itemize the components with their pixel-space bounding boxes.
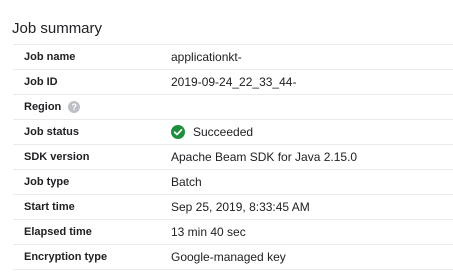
- row-job-type: Job type Batch: [13, 170, 453, 195]
- row-encryption-type: Encryption type Google-managed key: [13, 245, 453, 270]
- help-icon[interactable]: ?: [68, 101, 81, 113]
- job-name-label: Job name: [24, 51, 76, 63]
- job-summary-panel: Job summary Job name applicationkt- Job …: [0, 0, 453, 272]
- redacted-text: [171, 100, 233, 114]
- job-id-label: Job ID: [24, 76, 58, 88]
- row-job-id: Job ID 2019-09-24_22_33_44-: [13, 70, 453, 95]
- row-job-name: Job name applicationkt-: [13, 44, 453, 70]
- region-label: Region: [24, 101, 62, 113]
- job-status-value: Succeeded: [193, 125, 254, 139]
- job-name-value-wrap: applicationkt-: [171, 50, 453, 64]
- elapsed-time-label: Elapsed time: [24, 226, 92, 238]
- region-label-wrap: Region ?: [13, 101, 171, 113]
- row-region: Region ?: [13, 95, 453, 120]
- redacted-text: [298, 75, 355, 89]
- check-circle-icon: [171, 125, 185, 139]
- redacted-text: [243, 50, 394, 64]
- job-id-value: 2019-09-24_22_33_44-: [171, 75, 297, 89]
- start-time-value: Sep 25, 2019, 8:33:45 AM: [171, 200, 310, 214]
- job-id-value-wrap: 2019-09-24_22_33_44-: [171, 75, 453, 89]
- region-value-wrap: [171, 100, 453, 114]
- encryption-type-label: Encryption type: [24, 251, 108, 263]
- job-name-value: applicationkt-: [171, 50, 242, 64]
- sdk-version-value: Apache Beam SDK for Java 2.15.0: [171, 150, 358, 164]
- row-sdk-version: SDK version Apache Beam SDK for Java 2.1…: [13, 145, 453, 170]
- row-job-status: Job status Succeeded: [13, 120, 453, 145]
- sdk-version-label: SDK version: [24, 151, 90, 163]
- job-status-value-wrap: Succeeded: [171, 125, 453, 139]
- job-type-label: Job type: [24, 176, 70, 188]
- start-time-label: Start time: [24, 201, 75, 213]
- job-summary-table: Job name applicationkt- Job ID 2019-09-2…: [13, 44, 453, 270]
- job-status-label: Job status: [24, 126, 80, 138]
- job-type-value: Batch: [171, 175, 202, 189]
- section-title: Job summary: [12, 20, 103, 37]
- encryption-type-value: Google-managed key: [171, 250, 286, 264]
- row-start-time: Start time Sep 25, 2019, 8:33:45 AM: [13, 195, 453, 220]
- elapsed-time-value: 13 min 40 sec: [171, 225, 246, 239]
- row-elapsed-time: Elapsed time 13 min 40 sec: [13, 220, 453, 245]
